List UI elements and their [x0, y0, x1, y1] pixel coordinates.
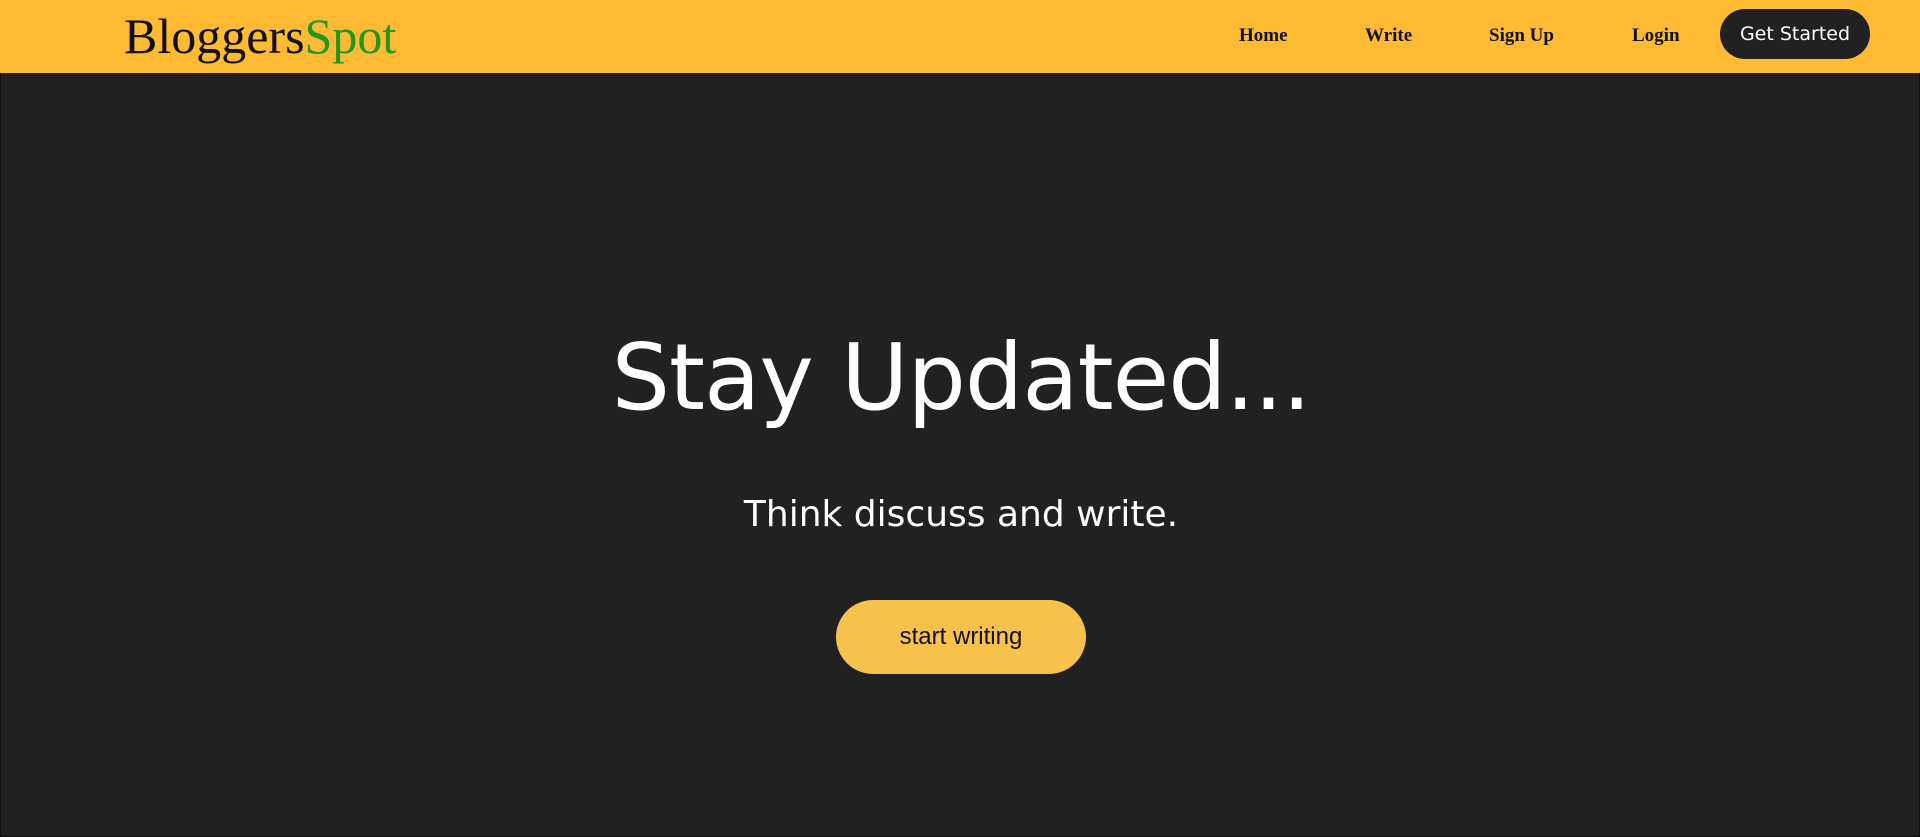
hero-title: Stay Updated... [611, 324, 1312, 431]
hero-subtitle: Think discuss and write. [743, 494, 1179, 535]
get-started-button[interactable]: Get Started [1720, 9, 1870, 59]
nav-link-login[interactable]: Login [1632, 24, 1680, 48]
hero-section: Stay Updated... Think discuss and write.… [0, 73, 1920, 837]
top-navbar: BloggersSpot Home Write Sign Up Login Ge… [0, 0, 1920, 73]
nav-link-write[interactable]: Write [1365, 24, 1412, 48]
nav-links: Home Write Sign Up Login [0, 0, 1920, 73]
nav-link-home[interactable]: Home [1239, 24, 1288, 48]
nav-link-sign-up[interactable]: Sign Up [1489, 24, 1554, 48]
start-writing-button[interactable]: start writing [836, 600, 1086, 674]
